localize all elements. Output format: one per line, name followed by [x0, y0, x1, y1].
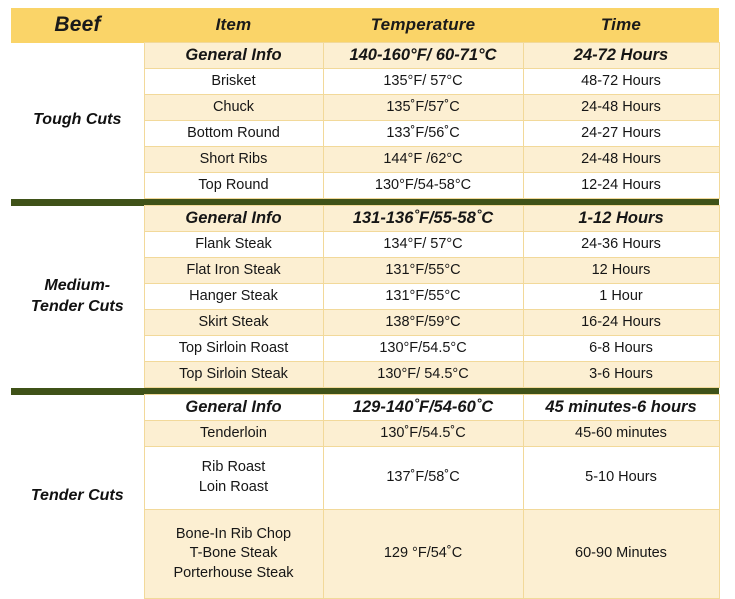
section-divider-segment [323, 387, 523, 395]
temperature-cell: 133˚F/56˚C [322, 120, 524, 147]
temperature-cell: 138°F/59°C [322, 309, 524, 336]
time-cell: 24-27 Hours [522, 120, 720, 147]
item-line: Bone-In Rib Chop [175, 525, 292, 542]
item-cell: General Info [143, 42, 324, 69]
temperature-cell: 130˚F/54.5˚C [322, 420, 524, 447]
section-label-tender-cuts: Tender Cuts [11, 394, 145, 599]
item-line: Loin Roast [198, 479, 269, 495]
item-line: T-Bone Steak [189, 545, 278, 562]
temperature-cell: 130°F/ 54.5°C [322, 361, 524, 388]
section-divider-segment [11, 387, 144, 395]
section-label-line: Tender Cuts [30, 297, 124, 315]
header-item: Item [144, 8, 323, 43]
temperature-cell: 140-160°F/ 60-71°C [322, 42, 524, 69]
header-beef: Beef [11, 8, 144, 43]
item-cell: Short Ribs [143, 146, 324, 173]
temperature-cell: 131°F/55°C [322, 257, 524, 284]
section-label-line: Medium- [44, 276, 111, 294]
temperature-cell: 129-140˚F/54-60˚C [322, 394, 524, 421]
table-row: Tender Cuts General Info 129-140˚F/54-60… [11, 394, 720, 599]
section-divider-segment [144, 387, 323, 395]
time-cell: 24-72 Hours [522, 42, 720, 69]
section-divider-segment [323, 198, 523, 206]
temperature-cell: 134°F/ 57°C [322, 231, 524, 258]
item-cell: General Info [143, 205, 324, 232]
section-divider-segment [11, 198, 144, 206]
temperature-cell: 135°F/ 57°C [322, 68, 524, 95]
item-cell: Top Sirloin Steak [143, 361, 324, 388]
item-line: Rib Roast [201, 459, 266, 476]
item-cell: Flat Iron Steak [143, 257, 324, 284]
item-cell: Chuck [143, 94, 324, 121]
table-header: Beef Item Temperature Time [11, 8, 719, 43]
header-temperature: Temperature [323, 8, 523, 43]
time-cell: 16-24 Hours [522, 309, 720, 336]
beef-cooking-table: Beef Item Temperature Time Tough Cuts Ge… [11, 8, 720, 599]
table-row: Medium- Tender Cuts General Info 131-136… [11, 205, 720, 388]
temperature-cell: 135˚F/57˚C [322, 94, 524, 121]
time-cell: 45-60 minutes [522, 420, 720, 447]
time-cell: 24-36 Hours [522, 231, 720, 258]
item-cell: Skirt Steak [143, 309, 324, 336]
time-cell: 12-24 Hours [522, 172, 720, 199]
temperature-cell: 131-136˚F/55-58˚C [322, 205, 524, 232]
section-divider-segment [523, 387, 719, 395]
item-line: Porterhouse Steak [173, 564, 294, 581]
item-cell: Bone-In Rib Chop T-Bone Steak Porterhous… [143, 509, 324, 599]
header-time: Time [523, 8, 719, 43]
time-cell: 3-6 Hours [522, 361, 720, 388]
item-cell: Brisket [143, 68, 324, 95]
temperature-cell: 129 °F/54˚C [322, 509, 524, 599]
item-cell: General Info [143, 394, 324, 421]
temperature-cell: 130°F/54-58°C [322, 172, 524, 199]
temperature-cell: 130°F/54.5°C [322, 335, 524, 362]
item-cell: Hanger Steak [143, 283, 324, 310]
time-cell: 24-48 Hours [522, 146, 720, 173]
temperature-cell: 144°F /62°C [322, 146, 524, 173]
section-label-tough-cuts: Tough Cuts [11, 42, 145, 199]
time-cell: 12 Hours [522, 257, 720, 284]
table-body: Tough Cuts General Info 140-160°F/ 60-71… [11, 42, 720, 599]
time-cell: 48-72 Hours [522, 68, 720, 95]
time-cell: 1-12 Hours [522, 205, 720, 232]
item-cell: Flank Steak [143, 231, 324, 258]
item-cell: Top Round [143, 172, 324, 199]
time-cell: 24-48 Hours [522, 94, 720, 121]
time-cell: 5-10 Hours [522, 446, 720, 510]
table-row: Tough Cuts General Info 140-160°F/ 60-71… [11, 42, 720, 199]
time-cell: 45 minutes-6 hours [522, 394, 720, 421]
item-cell: Bottom Round [143, 120, 324, 147]
item-cell: Top Sirloin Roast [143, 335, 324, 362]
section-divider-segment [523, 198, 719, 206]
item-cell: Rib Roast Loin Roast [143, 446, 324, 510]
header-row: Beef Item Temperature Time [11, 8, 719, 43]
section-divider-segment [144, 198, 323, 206]
time-cell: 60-90 Minutes [522, 509, 720, 599]
time-cell: 1 Hour [522, 283, 720, 310]
section-label-medium-tender-cuts: Medium- Tender Cuts [11, 205, 145, 388]
temperature-cell: 137˚F/58˚C [322, 446, 524, 510]
temperature-cell: 131°F/55°C [322, 283, 524, 310]
sous-vide-beef-chart: Beef Item Temperature Time Tough Cuts Ge… [0, 0, 735, 599]
section-divider [11, 198, 719, 206]
item-cell: Tenderloin [143, 420, 324, 447]
time-cell: 6-8 Hours [522, 335, 720, 362]
section-divider [11, 387, 719, 395]
